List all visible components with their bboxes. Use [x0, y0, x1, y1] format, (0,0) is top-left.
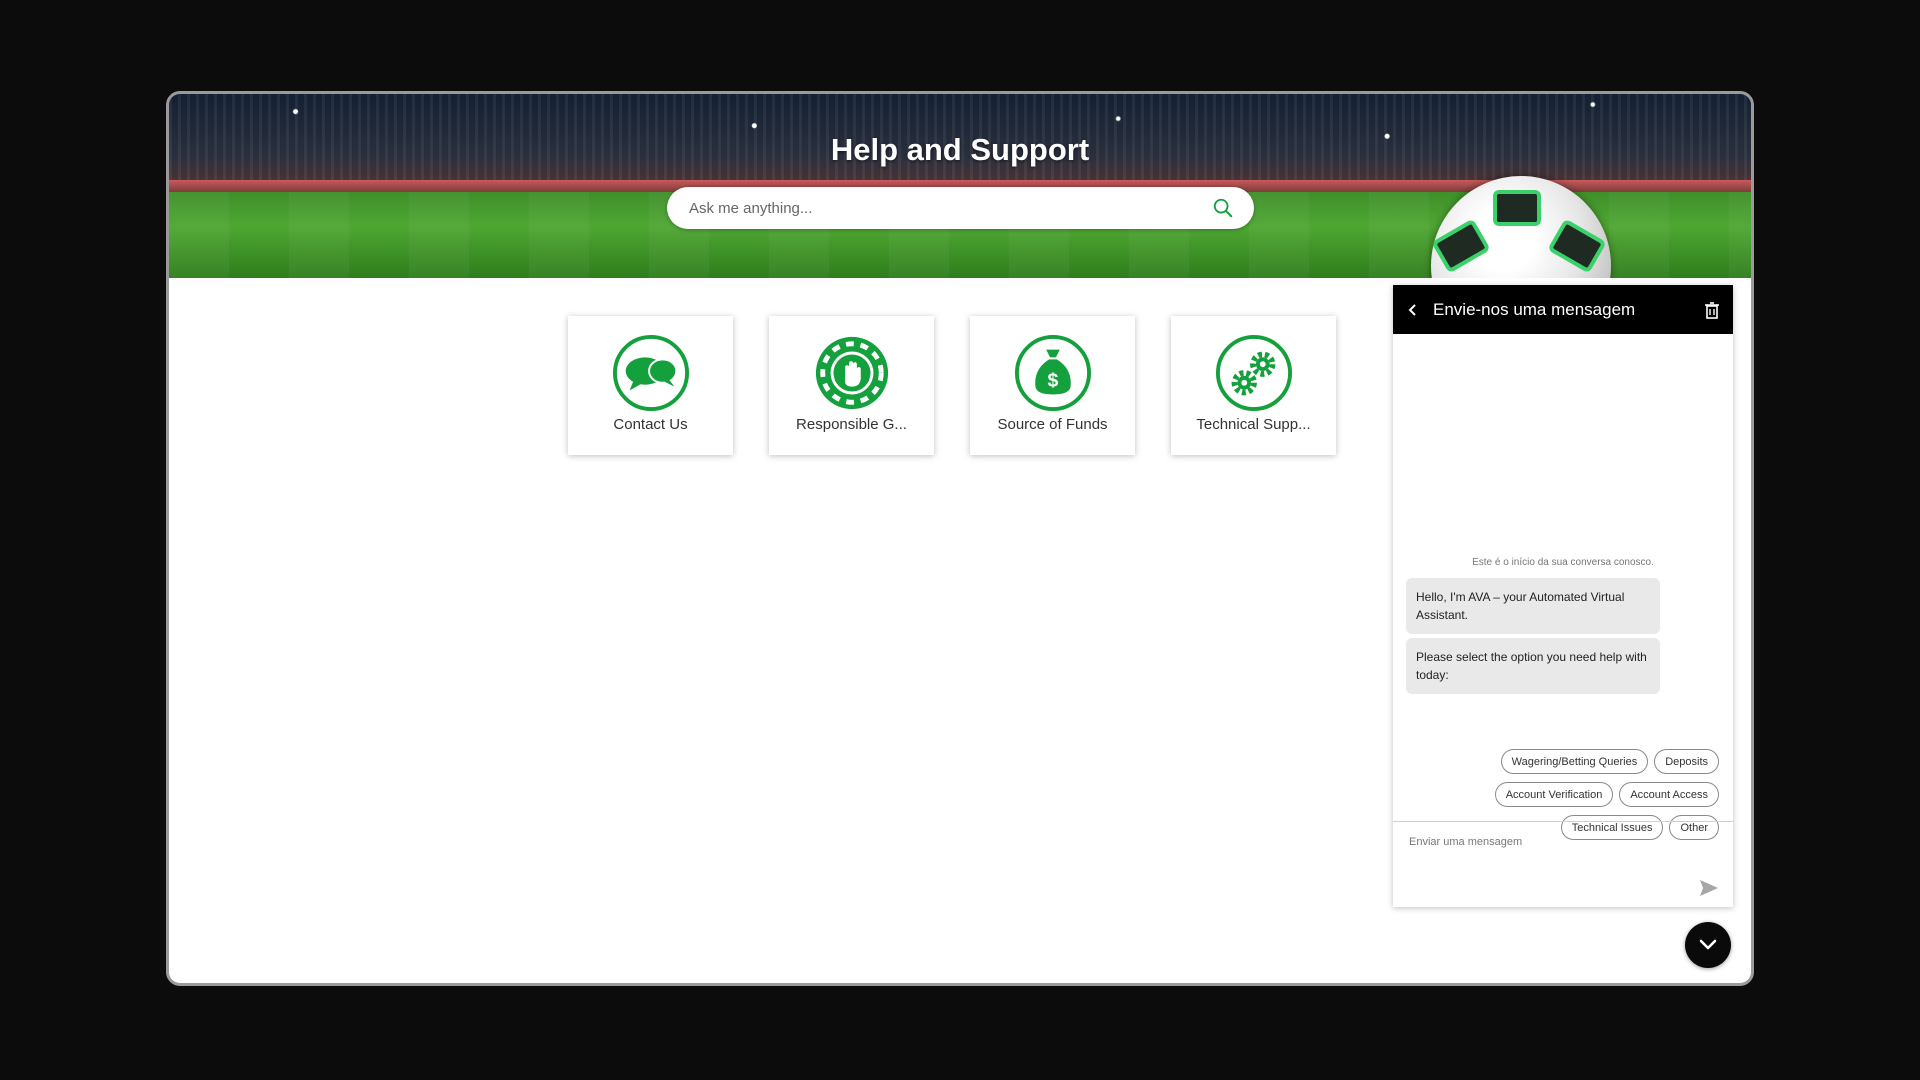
- chat-bubbles-icon: [612, 334, 689, 412]
- page-title: Help and Support: [830, 132, 1090, 167]
- option-account-access[interactable]: Account Access: [1619, 782, 1719, 807]
- minimize-chat-button[interactable]: [1685, 922, 1731, 968]
- chat-widget: Envie-nos uma mensagem Este é o início d…: [1393, 285, 1733, 907]
- support-categories: Contact Us Responsible G... $ Source of …: [568, 316, 1336, 455]
- card-label: Contact Us: [613, 416, 688, 433]
- chat-header: Envie-nos uma mensagem: [1393, 285, 1733, 334]
- hero-banner: Help and Support: [169, 94, 1751, 278]
- chat-title: Envie-nos uma mensagem: [1433, 299, 1636, 319]
- chat-message-input[interactable]: [1407, 834, 1681, 878]
- hand-stop-chip-icon: [815, 336, 888, 410]
- svg-text:$: $: [1047, 370, 1058, 392]
- conversation-start-notice: Este é o início da sua conversa conosco.: [1472, 557, 1654, 568]
- option-account-verification[interactable]: Account Verification: [1494, 782, 1614, 807]
- card-label: Responsible G...: [796, 416, 907, 433]
- bot-message: Hello, I'm AVA – your Automated Virtual …: [1406, 578, 1660, 634]
- card-responsible-gambling[interactable]: Responsible G...: [769, 316, 934, 455]
- chat-composer: [1393, 821, 1733, 907]
- option-deposits[interactable]: Deposits: [1654, 749, 1719, 774]
- back-arrow-icon[interactable]: [1405, 302, 1421, 318]
- trash-icon[interactable]: [1703, 301, 1721, 319]
- card-technical-support[interactable]: Technical Supp...: [1171, 316, 1336, 455]
- help-support-window: Help and Support Contact Us: [166, 91, 1754, 986]
- search-input[interactable]: [687, 198, 1212, 218]
- card-contact-us[interactable]: Contact Us: [568, 316, 733, 455]
- card-source-of-funds[interactable]: $ Source of Funds: [970, 316, 1135, 455]
- search-bar[interactable]: [667, 187, 1254, 229]
- send-icon[interactable]: [1699, 879, 1719, 897]
- card-label: Technical Supp...: [1196, 416, 1311, 433]
- search-icon[interactable]: [1212, 197, 1234, 219]
- money-bag-icon: $: [1014, 334, 1091, 412]
- bot-message: Please select the option you need help w…: [1406, 638, 1660, 694]
- option-wagering-betting-queries[interactable]: Wagering/Betting Queries: [1500, 749, 1649, 774]
- card-label: Source of Funds: [997, 416, 1108, 433]
- gears-icon: [1215, 334, 1292, 412]
- chevron-down-icon: [1699, 939, 1717, 950]
